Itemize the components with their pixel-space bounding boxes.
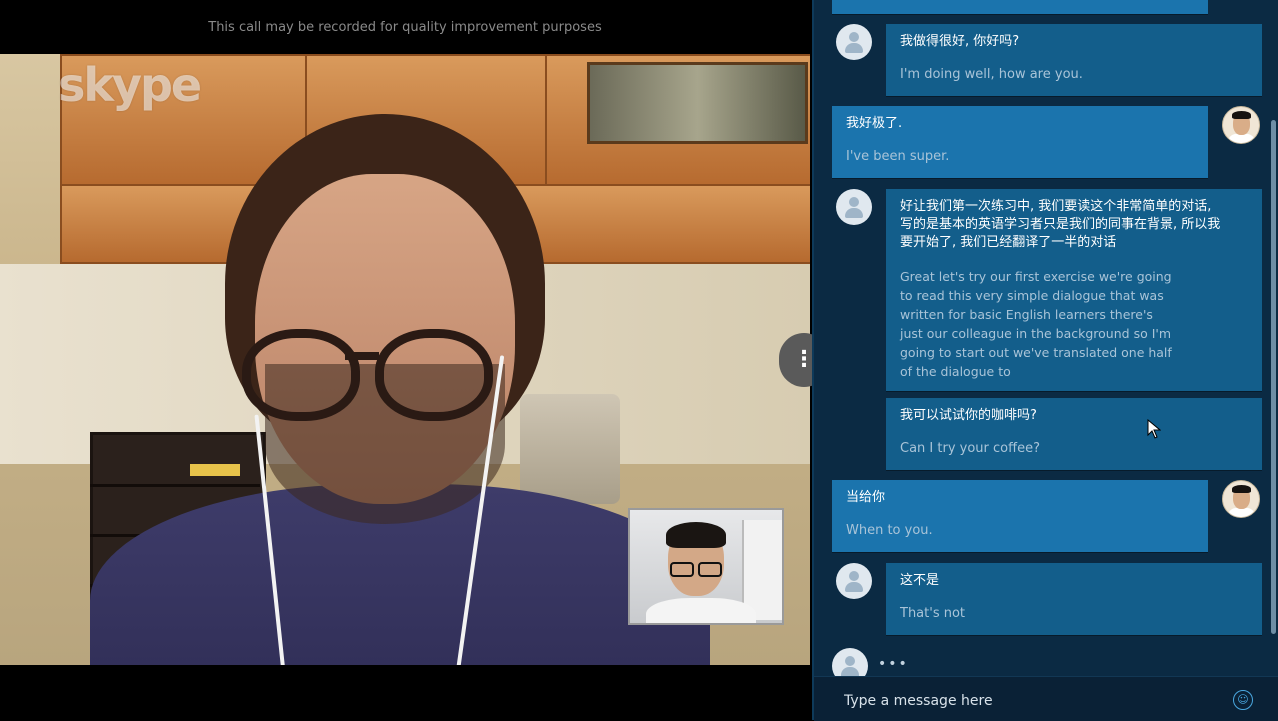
user-photo-avatar[interactable] — [1222, 106, 1260, 144]
self-view-glasses — [670, 562, 694, 577]
video-call-area: This call may be recorded for quality im… — [0, 0, 829, 720]
self-view-glasses — [698, 562, 722, 577]
chat-scrollbar[interactable] — [1271, 120, 1276, 634]
default-avatar-icon[interactable] — [836, 189, 872, 225]
remote-video[interactable]: skype — [0, 54, 810, 665]
user-photo-avatar[interactable] — [1222, 480, 1260, 518]
glasses-bridge — [345, 352, 379, 360]
message-bubble: 我好极了. I've been super. — [832, 106, 1208, 178]
message-bubble-partial — [832, 0, 1208, 14]
message-text: 我好极了. — [846, 116, 903, 131]
emoji-button[interactable]: ☺ — [1233, 690, 1253, 710]
remote-participant — [90, 114, 710, 665]
glasses-right-lens — [375, 329, 493, 421]
self-view-body — [646, 598, 756, 623]
self-view-video[interactable] — [628, 508, 784, 625]
message-bubble: 好让我们第一次练习中, 我们要读这个非常简单的对话, 写的是基本的英语学习者只是… — [886, 189, 1262, 391]
message-input[interactable] — [842, 689, 1226, 713]
message-text: 我做得很好, 你好吗? — [900, 34, 1020, 49]
message-list[interactable]: 我做得很好, 你好吗? I'm doing well, how are you.… — [814, 0, 1278, 676]
typing-indicator: ••• — [878, 656, 909, 672]
message-text: 好让我们第一次练习中, 我们要读这个非常简单的对话, 写的是基本的英语学习者只是… — [900, 199, 1221, 250]
self-view-hair — [666, 522, 726, 548]
message-bubble: 我做得很好, 你好吗? I'm doing well, how are you. — [886, 24, 1262, 96]
message-text: 这不是 — [900, 573, 940, 588]
message-translation: Great let's try our first exercise we're… — [900, 269, 1172, 379]
message-translation: I'm doing well, how are you. — [900, 67, 1083, 82]
message-bubble: 当给你 When to you. — [832, 480, 1208, 552]
chat-panel: 我做得很好, 你好吗? I'm doing well, how are you.… — [812, 0, 1278, 721]
message-translation: Can I try your coffee? — [900, 441, 1040, 456]
message-translation: That's not — [900, 606, 966, 621]
message-text: 我可以试试你的咖啡吗? — [900, 408, 1037, 423]
message-translation: When to you. — [846, 523, 933, 538]
skype-watermark: skype — [58, 58, 202, 112]
default-avatar-icon[interactable] — [832, 648, 868, 676]
message-translation: I've been super. — [846, 149, 950, 164]
default-avatar-icon[interactable] — [836, 24, 872, 60]
message-bubble: 这不是 That's not — [886, 563, 1262, 635]
message-bubble: 我可以试试你的咖啡吗? Can I try your coffee? — [886, 398, 1262, 470]
smiley-icon: ☺ — [1237, 693, 1249, 706]
message-input-bar: ☺ — [814, 676, 1278, 721]
message-text: 当给你 — [846, 490, 886, 505]
default-avatar-icon[interactable] — [836, 563, 872, 599]
recording-notice: This call may be recorded for quality im… — [208, 20, 602, 35]
glasses-left-lens — [242, 329, 360, 421]
